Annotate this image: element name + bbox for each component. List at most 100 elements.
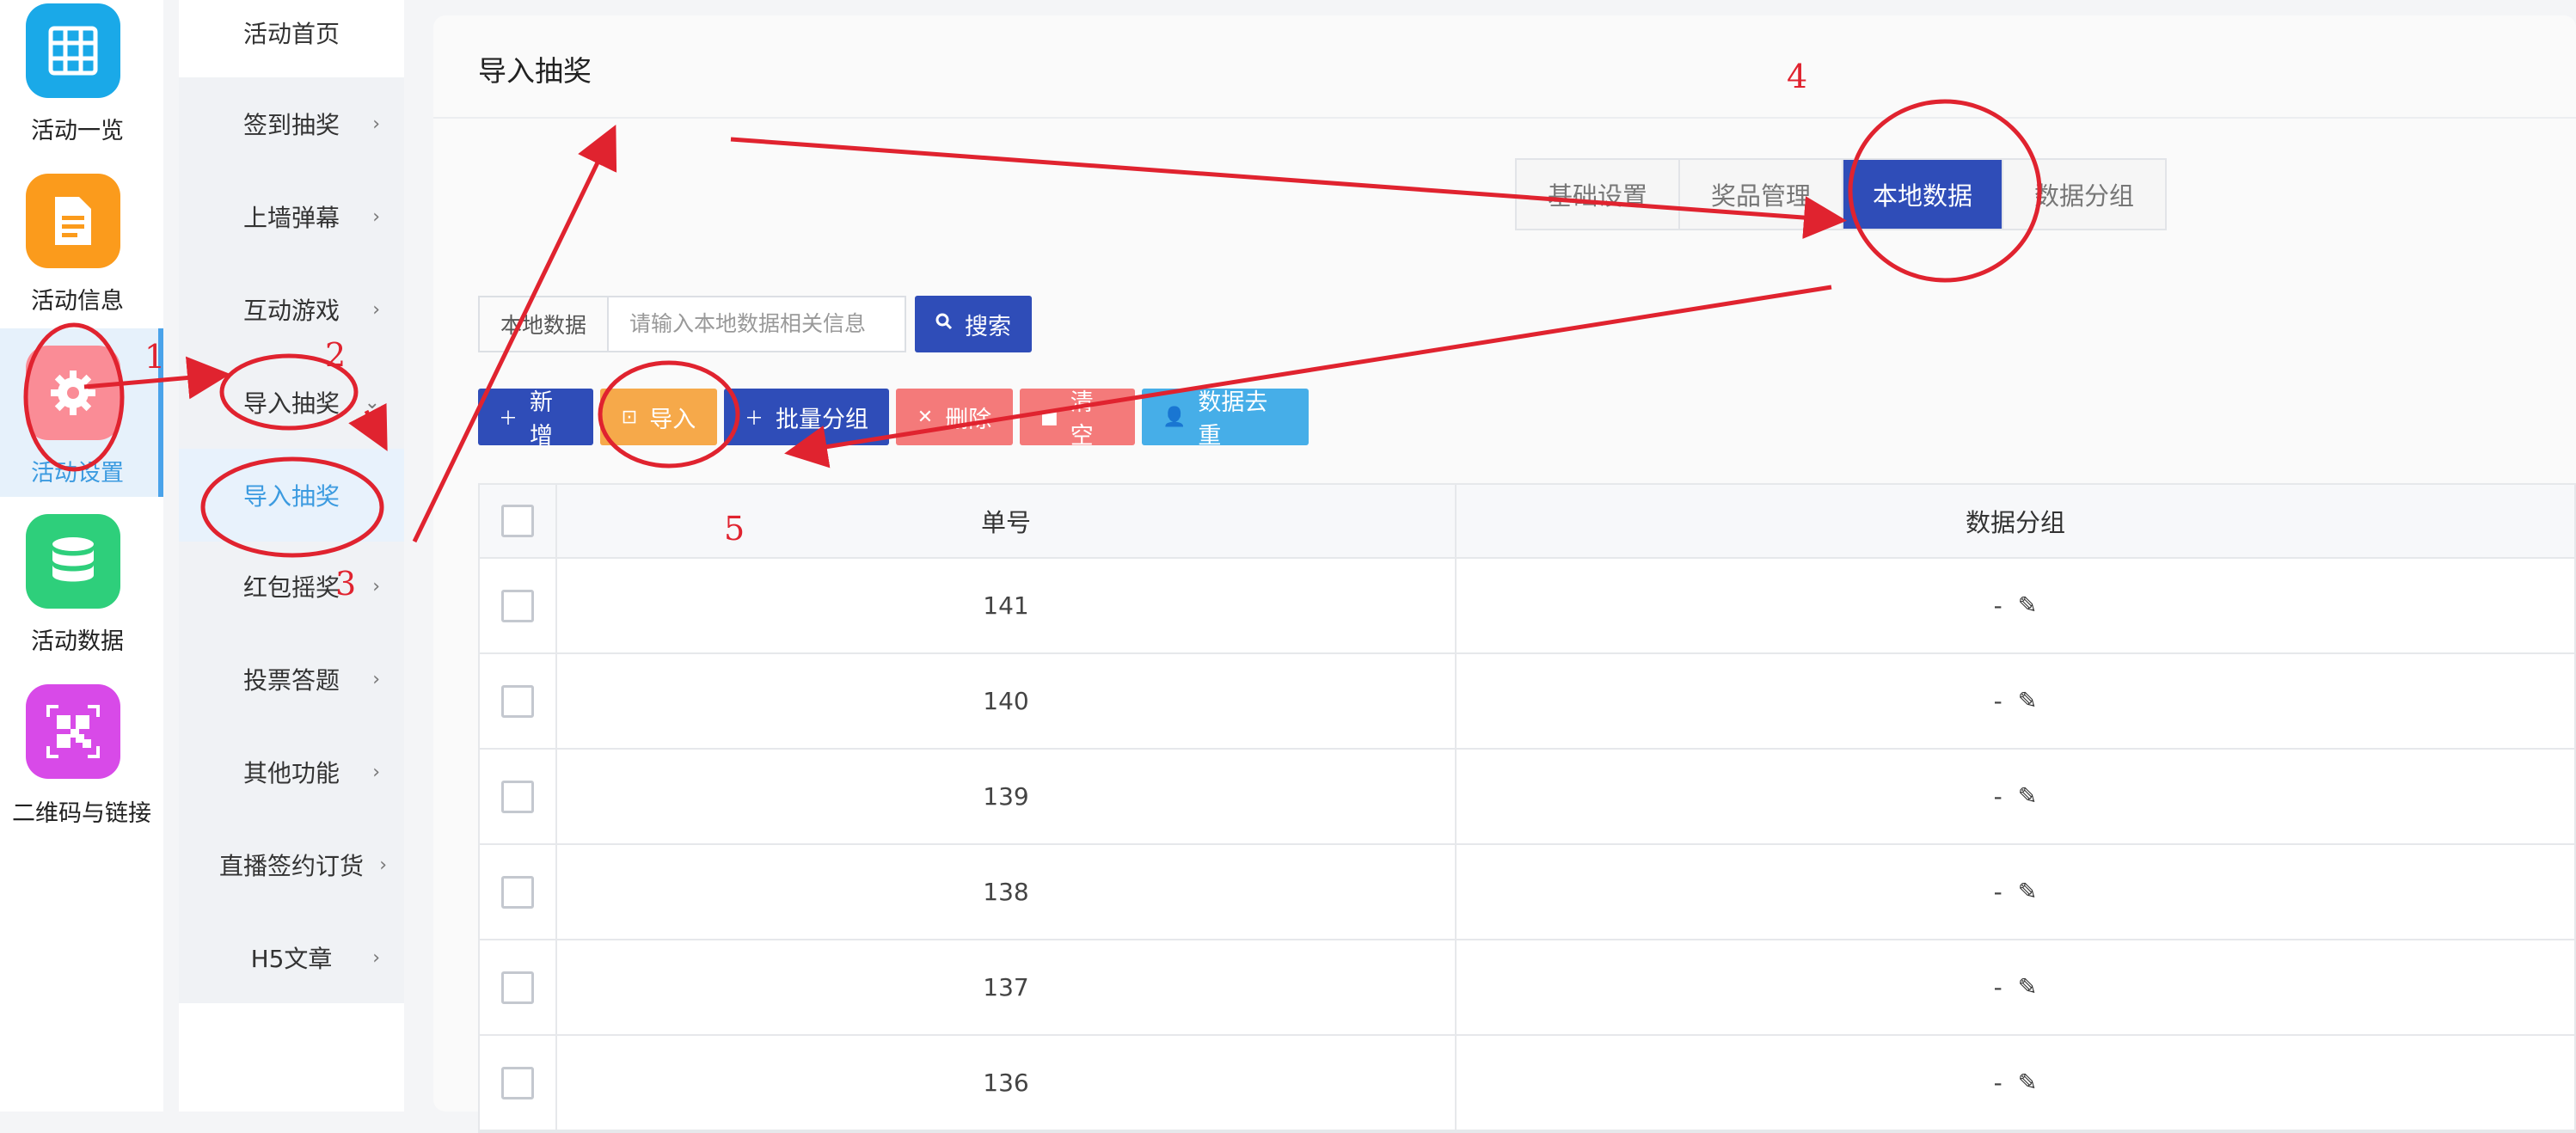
row-number: 138	[557, 845, 1457, 939]
row-check-cell	[480, 940, 557, 1034]
submenu-item-checkin-lottery[interactable]: 签到抽奖 ›	[179, 98, 404, 150]
header-check-cell	[480, 485, 557, 557]
row-number: 140	[557, 654, 1457, 748]
row-group-cell: - ✎	[1457, 845, 2574, 939]
select-all-checkbox[interactable]	[501, 505, 534, 537]
submenu-label: 导入抽奖	[242, 389, 340, 418]
row-check-cell	[480, 845, 557, 939]
import-button[interactable]: ⊡ 导入	[600, 389, 717, 445]
chevron-right-icon: ›	[379, 854, 387, 876]
submenu-item-interactive-games[interactable]: 互动游戏 ›	[179, 284, 404, 335]
dedup-button-label: 数据去重	[1198, 389, 1268, 450]
tab-prize-management[interactable]: 奖品管理	[1680, 160, 1843, 229]
submenu-group-import-lottery[interactable]: 导入抽奖 ⌄	[179, 377, 404, 428]
submenu-item-home[interactable]: 活动首页	[179, 7, 404, 58]
tab-basic-settings[interactable]: 基础设置	[1517, 160, 1680, 229]
submenu-label: 投票答题	[242, 666, 340, 695]
submenu-label: 导入抽奖	[242, 482, 340, 511]
settings-submenu: 活动首页 签到抽奖 › 上墙弹幕 › 互动游戏 › 导入抽奖 ⌄ 导入抽奖 红包摇奖 › …	[179, 0, 404, 1112]
submenu-label: 签到抽奖	[242, 111, 340, 139]
row-check-cell	[480, 750, 557, 843]
row-check-cell	[480, 654, 557, 748]
row-number: 137	[557, 940, 1457, 1034]
rail-item-activity-data[interactable]: 活动数据	[0, 512, 163, 684]
row-checkbox[interactable]	[501, 875, 534, 909]
rail-item-activity-info[interactable]: 活动信息	[0, 170, 163, 342]
import-button-label: 导入	[649, 406, 696, 433]
row-check-cell	[480, 1036, 557, 1130]
submenu-item-red-packet[interactable]: 红包摇奖 ›	[179, 560, 404, 612]
row-check-cell	[480, 559, 557, 652]
table-row: 136 - ✎	[480, 1036, 2574, 1131]
column-header-group[interactable]: 数据分组	[1457, 485, 2574, 557]
submenu-item-h5-article[interactable]: H5文章 ›	[179, 932, 404, 983]
submenu-item-wall-danmaku[interactable]: 上墙弹幕 ›	[179, 191, 404, 242]
search-icon	[935, 313, 953, 335]
title-divider	[433, 117, 2576, 119]
clear-button[interactable]: ■ 清空	[1020, 389, 1135, 450]
edit-pencil-icon[interactable]: ✎	[2018, 592, 2038, 619]
submenu-item-live-order[interactable]: 直播签约订货 ›	[179, 839, 404, 891]
row-number: 139	[557, 750, 1457, 843]
chevron-right-icon: ›	[372, 668, 380, 690]
add-button-label: 新增	[530, 389, 554, 450]
submenu-item-other-functions[interactable]: 其他功能 ›	[179, 746, 404, 798]
batch-group-button-label: 批量分组	[776, 406, 869, 433]
gear-icon	[26, 346, 120, 440]
search-label: 本地数据	[478, 296, 609, 352]
search-input[interactable]	[609, 296, 906, 352]
close-icon: ✕	[917, 406, 934, 428]
row-group-value: -	[1993, 591, 2003, 620]
plus-icon: ＋	[499, 408, 518, 430]
row-checkbox[interactable]	[501, 684, 534, 718]
delete-button[interactable]: ✕ 删除	[896, 389, 1013, 445]
chevron-right-icon: ›	[372, 205, 380, 228]
user-check-icon: 👤	[1162, 406, 1187, 428]
tab-bar: 基础设置 奖品管理 本地数据 数据分组	[1515, 158, 2167, 230]
dedup-button[interactable]: 👤 数据去重	[1142, 389, 1309, 450]
rail-item-activity-list[interactable]: 活动一览	[0, 0, 163, 172]
chevron-right-icon: ›	[372, 761, 380, 783]
row-group-value: -	[1993, 878, 2003, 906]
rail-item-qrcode-links[interactable]: 二维码与链接	[0, 684, 163, 856]
submenu-footer-bg	[179, 1003, 404, 1112]
row-number: 141	[557, 559, 1457, 652]
row-checkbox[interactable]	[501, 971, 534, 1004]
import-icon: ⊡	[621, 406, 638, 428]
submenu-item-vote-quiz[interactable]: 投票答题 ›	[179, 653, 404, 705]
edit-pencil-icon[interactable]: ✎	[2018, 1069, 2038, 1096]
add-button[interactable]: ＋ 新增	[478, 389, 593, 450]
row-group-cell: - ✎	[1457, 559, 2574, 652]
submenu-label: 互动游戏	[242, 297, 340, 325]
chevron-right-icon: ›	[372, 946, 380, 969]
submenu-label: 直播签约订货	[218, 852, 364, 880]
tab-data-groups[interactable]: 数据分组	[2003, 160, 2165, 229]
edit-pencil-icon[interactable]: ✎	[2018, 688, 2038, 714]
table-row: 141 - ✎	[480, 559, 2574, 654]
search-button[interactable]: 搜索	[915, 296, 1032, 352]
row-group-cell: - ✎	[1457, 1036, 2574, 1130]
table-row: 139 - ✎	[480, 750, 2574, 845]
row-group-value: -	[1993, 973, 2003, 1001]
row-group-cell: - ✎	[1457, 654, 2574, 748]
action-toolbar: ＋ 新增 ⊡ 导入 ＋ 批量分组 ✕ 删除 ■ 清空 👤 数据去重	[478, 389, 1309, 450]
column-header-number[interactable]: 单号	[557, 485, 1457, 557]
rail-label: 活动信息	[31, 288, 124, 315]
row-checkbox[interactable]	[501, 1066, 534, 1099]
edit-pencil-icon[interactable]: ✎	[2018, 879, 2038, 905]
submenu-item-import-lottery[interactable]: 导入抽奖	[179, 449, 404, 542]
edit-pencil-icon[interactable]: ✎	[2018, 974, 2038, 1001]
table-row: 140 - ✎	[480, 654, 2574, 750]
local-data-table: 单号 数据分组 141 - ✎ 140 - ✎ 139 - ✎ 138 - ✎ 137 …	[478, 483, 2576, 1133]
rail-item-activity-settings[interactable]: 活动设置	[0, 328, 163, 497]
edit-pencil-icon[interactable]: ✎	[2018, 783, 2038, 810]
rail-label: 活动一览	[31, 118, 124, 144]
row-group-value: -	[1993, 1069, 2003, 1097]
chevron-down-icon: ⌄	[364, 391, 380, 413]
row-checkbox[interactable]	[501, 780, 534, 813]
document-icon	[26, 174, 120, 268]
row-number: 136	[557, 1036, 1457, 1130]
row-checkbox[interactable]	[501, 589, 534, 622]
tab-local-data[interactable]: 本地数据	[1843, 160, 2003, 229]
batch-group-button[interactable]: ＋ 批量分组	[724, 389, 889, 445]
